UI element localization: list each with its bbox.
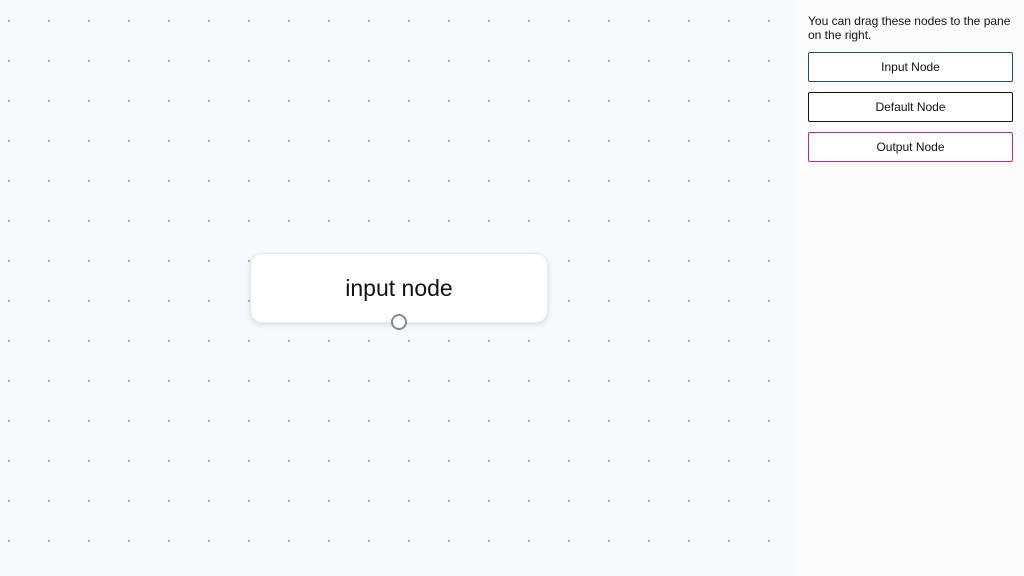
node-label: input node: [345, 274, 453, 301]
draggable-default-node[interactable]: Default Node: [808, 92, 1013, 122]
sidebar: You can drag these nodes to the pane on …: [796, 0, 1024, 576]
input-node[interactable]: input node: [250, 253, 548, 323]
draggable-output-node[interactable]: Output Node: [808, 132, 1013, 162]
source-handle[interactable]: [391, 314, 407, 330]
flow-canvas[interactable]: input node: [0, 0, 796, 576]
sidebar-description: You can drag these nodes to the pane on …: [808, 14, 1011, 42]
draggable-input-node[interactable]: Input Node: [808, 52, 1013, 82]
